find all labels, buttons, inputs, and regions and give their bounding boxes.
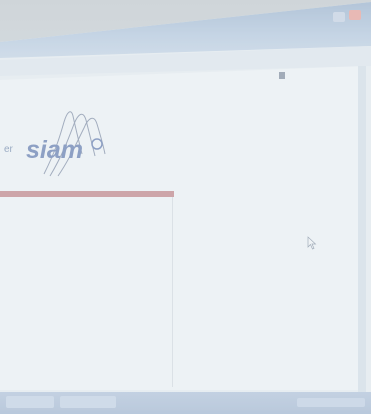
logo-prefix: er [4, 144, 14, 155]
logo-text: siam [26, 136, 83, 164]
taskbar-item[interactable] [6, 396, 54, 408]
page-tool-icon[interactable] [279, 72, 285, 79]
content-card-border [172, 197, 173, 387]
photo-scene: siam er [0, 0, 371, 414]
siam-logo: siam er [4, 111, 106, 177]
header-accent-bar [0, 191, 174, 197]
mouse-cursor-icon [307, 236, 317, 250]
scrollbar[interactable] [358, 66, 366, 392]
system-tray[interactable] [297, 398, 365, 407]
taskbar-item[interactable] [60, 396, 116, 408]
close-icon[interactable] [349, 10, 361, 20]
maximize-icon[interactable] [333, 12, 345, 22]
